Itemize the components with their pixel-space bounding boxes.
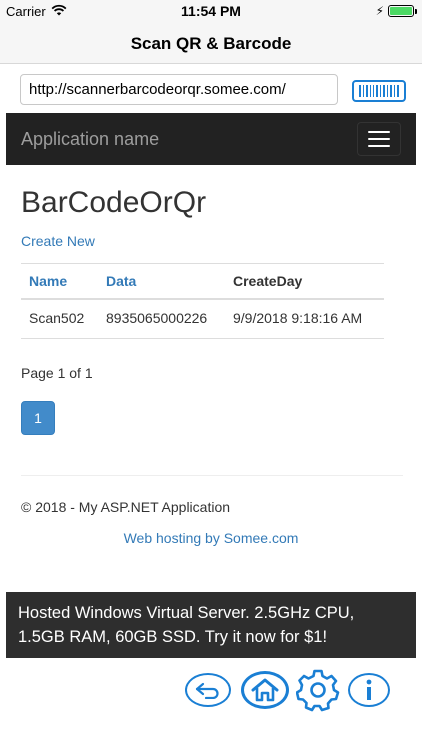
footer-copyright: © 2018 - My ASP.NET Application [21,499,231,515]
ad-banner[interactable]: Hosted Windows Virtual Server. 2.5GHz CP… [6,592,416,658]
back-icon [195,682,219,699]
app-title: Scan QR & Barcode [130,34,292,53]
battery-icon [388,5,417,17]
back-button[interactable] [185,673,231,707]
ad-line-1: Hosted Windows Virtual Server. 2.5GHz CP… [18,604,355,622]
hamburger-icon[interactable] [357,122,401,156]
column-header-name[interactable]: Name [21,263,98,300]
clock: 11:54 PM [181,3,241,19]
app-nav-bar: Scan QR & Barcode [0,22,422,64]
page-content: BarCodeOrQr Create New Name Data CreateD… [21,165,403,435]
url-row [0,64,422,112]
cell-data: 8935065000226 [98,299,225,339]
home-icon [251,678,279,702]
barcode-icon [359,85,399,97]
create-new-link[interactable]: Create New [21,233,95,249]
navbar-brand[interactable]: Application name [21,129,159,150]
table-header-row: Name Data CreateDay [21,263,384,300]
table-row: Scan502 8935065000226 9/9/2018 9:18:16 A… [21,299,384,339]
web-hosting-link[interactable]: Web hosting by Somee.com [0,530,422,546]
column-header-data[interactable]: Data [98,263,225,300]
settings-gear-icon [296,669,340,712]
ad-line-2: 1.5GB RAM, 60GB SSD. Try it now for $1! [18,628,328,646]
page-info: Page 1 of 1 [21,365,93,381]
scan-barcode-button[interactable] [352,80,406,102]
status-bar: Carrier 11:54 PM ⚡ [0,0,422,22]
cell-createday: 9/9/2018 9:18:16 AM [225,299,384,339]
home-button[interactable] [241,671,289,709]
web-navbar: Application name [6,113,416,165]
column-header-createday: CreateDay [225,263,384,300]
settings-button[interactable] [296,668,340,712]
page-title: BarCodeOrQr [21,186,207,219]
info-button[interactable] [348,673,390,707]
footer-divider [21,475,403,476]
bottom-toolbar [0,668,422,718]
info-icon [366,679,372,700]
cell-name: Scan502 [21,299,98,339]
url-input[interactable] [20,74,338,105]
pager-page-1[interactable]: 1 [21,401,55,435]
charging-bolt-icon: ⚡ [375,4,384,18]
records-table: Name Data CreateDay Scan502 893506500022… [21,263,384,339]
